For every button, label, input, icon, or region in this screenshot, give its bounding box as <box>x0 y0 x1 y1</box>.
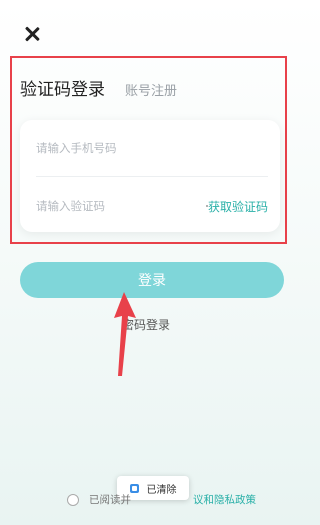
privacy-policy-link[interactable]: 议和隐私政策 <box>193 492 256 507</box>
tab-register[interactable]: 账号注册 <box>125 80 177 99</box>
red-arrow-annotation <box>114 292 136 376</box>
verification-code-input[interactable] <box>36 199 186 213</box>
agree-radio[interactable] <box>67 493 79 506</box>
login-tabs: 验证码登录 账号注册 <box>20 75 177 100</box>
close-icon[interactable] <box>22 24 42 44</box>
tab-sms-login[interactable]: 验证码登录 <box>20 75 105 100</box>
get-code-button[interactable]: 获取验证码 <box>208 198 268 215</box>
code-field: 获取验证码 <box>36 178 268 234</box>
login-button[interactable]: 登录 <box>20 262 284 298</box>
agreement-row: 已阅读并 议和隐私政策 <box>67 492 256 507</box>
phone-input[interactable] <box>36 141 186 155</box>
agreement-prefix: 已阅读并 <box>89 494 131 506</box>
phone-field <box>36 120 268 177</box>
login-form-card: 获取验证码 <box>20 120 280 232</box>
